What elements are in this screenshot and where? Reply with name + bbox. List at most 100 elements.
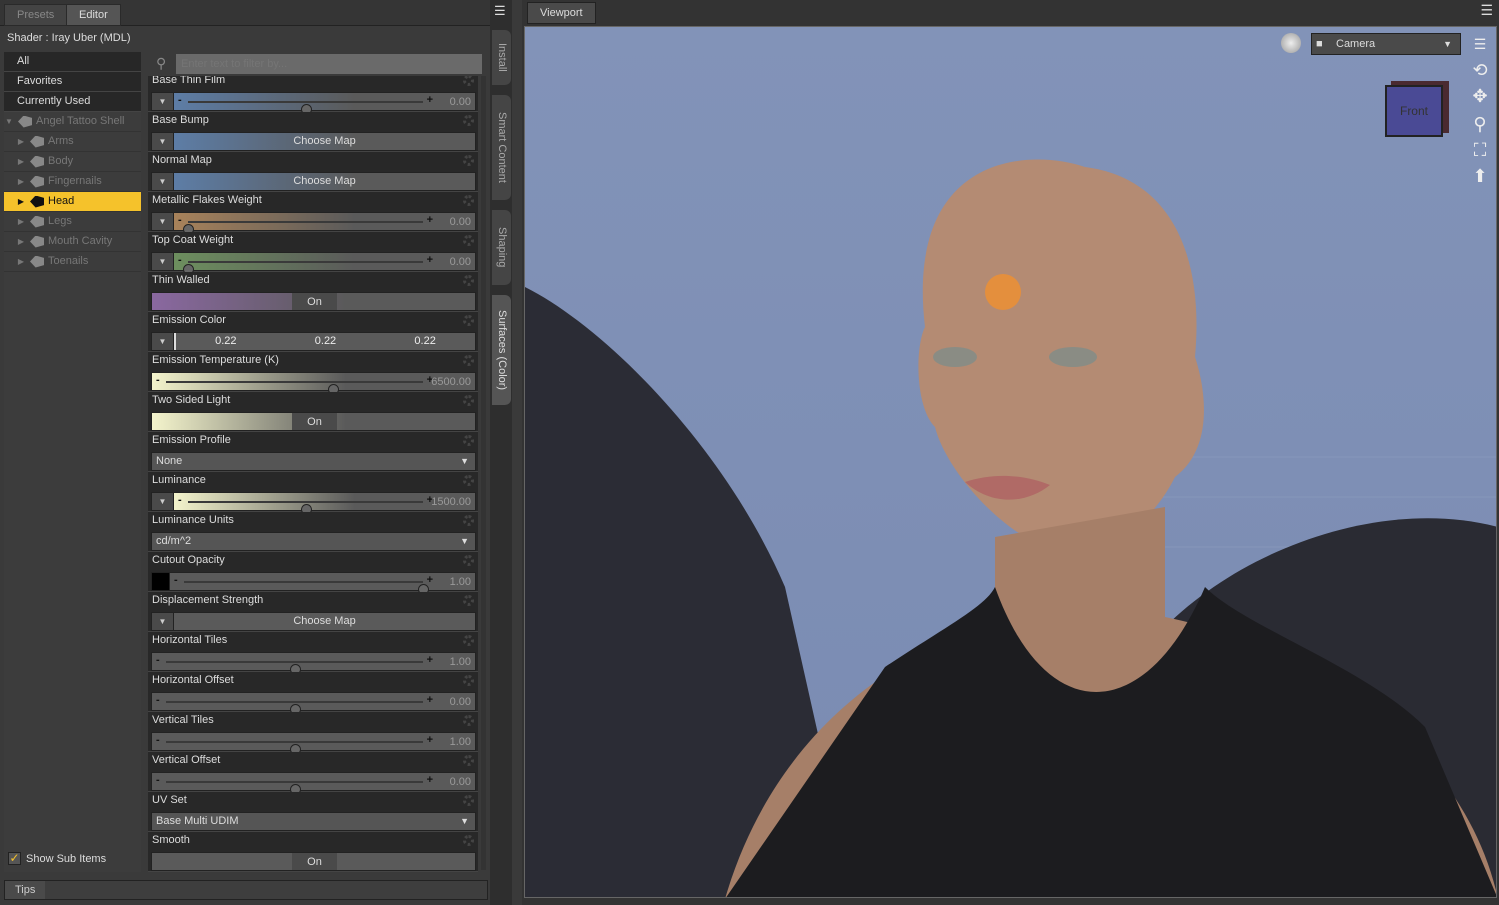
dropdown-arrow-icon[interactable]: ▼: [152, 133, 174, 150]
dropdown-arrow-icon[interactable]: ▼: [152, 173, 174, 190]
dropdown-arrow-icon[interactable]: ▼: [152, 493, 174, 510]
gear-icon[interactable]: [463, 515, 474, 526]
camera-select[interactable]: ■ Camera ▼: [1311, 33, 1461, 55]
gear-icon[interactable]: [463, 75, 474, 86]
tree-node[interactable]: ▶ Body: [4, 152, 141, 172]
tree-root[interactable]: ▼ Angel Tattoo Shell: [4, 112, 141, 132]
3d-scene[interactable]: ■ Camera ▼ ☰ Front ⟲ ✥ ⚲ ⛶ ⬆: [524, 26, 1497, 898]
filter-input[interactable]: [176, 54, 482, 74]
pan-icon[interactable]: ✥: [1469, 85, 1491, 107]
slider-value[interactable]: 1.00: [450, 576, 471, 588]
dropdown-arrow-icon[interactable]: ▼: [152, 333, 174, 350]
dropdown-arrow-icon[interactable]: ▼: [152, 93, 174, 110]
gear-icon[interactable]: [463, 235, 474, 246]
color-value[interactable]: 0.22 0.22 0.22: [174, 333, 475, 350]
tree-node[interactable]: ▶ Arms: [4, 132, 141, 152]
decrement-icon[interactable]: -: [156, 774, 160, 786]
increment-icon[interactable]: +: [427, 694, 433, 706]
property-slider[interactable]: - +0.00: [152, 773, 475, 795]
choose-map-button[interactable]: Choose Map: [174, 613, 475, 630]
expand-icon[interactable]: ▶: [16, 212, 26, 231]
increment-icon[interactable]: +: [427, 654, 433, 666]
property-slider[interactable]: - +6500.00: [152, 373, 475, 395]
color-channel[interactable]: 0.22: [414, 333, 435, 350]
view-cube[interactable]: Front: [1385, 85, 1443, 137]
side-tab-shaping[interactable]: Shaping: [492, 210, 511, 285]
gear-icon[interactable]: [463, 475, 474, 486]
property-slider[interactable]: - +1.00: [152, 733, 475, 755]
increment-icon[interactable]: +: [427, 734, 433, 746]
gear-icon[interactable]: [463, 555, 474, 566]
tab-editor[interactable]: Editor: [66, 4, 121, 26]
search-icon[interactable]: ⚲: [156, 55, 166, 72]
gear-icon[interactable]: [463, 635, 474, 646]
property-slider[interactable]: - +0.00: [174, 213, 475, 235]
increment-icon[interactable]: +: [427, 774, 433, 786]
orbit-icon[interactable]: ⟲: [1469, 59, 1491, 81]
gear-icon[interactable]: [463, 795, 474, 806]
slider-value[interactable]: 1500.00: [431, 496, 471, 508]
decrement-icon[interactable]: -: [178, 254, 182, 266]
gear-icon[interactable]: [463, 715, 474, 726]
slider-value[interactable]: 0.00: [450, 776, 471, 788]
expand-icon[interactable]: ▶: [16, 132, 26, 151]
frame-icon[interactable]: ⛶: [1469, 139, 1491, 161]
side-tab-surfaces[interactable]: Surfaces (Color): [492, 295, 511, 405]
tree-node[interactable]: ▶ Head: [4, 192, 141, 212]
increment-icon[interactable]: +: [427, 94, 433, 106]
expand-icon[interactable]: ▶: [16, 232, 26, 251]
tree-node[interactable]: ▶ Legs: [4, 212, 141, 232]
side-tab-smart-content[interactable]: Smart Content: [492, 95, 511, 200]
property-slider[interactable]: - +1.00: [170, 573, 475, 595]
show-sub-items-checkbox[interactable]: ✓ Show Sub Items: [8, 852, 106, 865]
gear-icon[interactable]: [463, 275, 474, 286]
property-slider[interactable]: - +0.00: [152, 693, 475, 715]
property-select[interactable]: Base Multi UDIM ▼: [152, 813, 475, 830]
decrement-icon[interactable]: -: [156, 374, 160, 386]
slider-value[interactable]: 0.00: [450, 96, 471, 108]
decrement-icon[interactable]: -: [178, 214, 182, 226]
expand-icon[interactable]: ▶: [16, 152, 26, 171]
gear-icon[interactable]: [463, 835, 474, 846]
property-select[interactable]: cd/m^2 ▼: [152, 533, 475, 550]
toggle-switch[interactable]: On: [152, 293, 475, 310]
slider-value[interactable]: 0.00: [450, 216, 471, 228]
category-favorites[interactable]: Favorites: [4, 72, 141, 92]
gear-icon[interactable]: [463, 155, 474, 166]
property-select[interactable]: None ▼: [152, 453, 475, 470]
dropdown-arrow-icon[interactable]: ▼: [152, 213, 174, 230]
pane-menu-icon[interactable]: ☰: [1480, 2, 1493, 19]
expand-icon[interactable]: ▶: [16, 192, 26, 211]
decrement-icon[interactable]: -: [156, 734, 160, 746]
tab-viewport[interactable]: Viewport: [527, 2, 596, 24]
color-swatch[interactable]: [152, 573, 170, 590]
category-all[interactable]: All: [4, 52, 141, 72]
property-scrollbar[interactable]: [481, 60, 486, 870]
decrement-icon[interactable]: -: [156, 654, 160, 666]
tree-node[interactable]: ▶ Mouth Cavity: [4, 232, 141, 252]
slider-value[interactable]: 1.00: [450, 656, 471, 668]
decrement-icon[interactable]: -: [178, 94, 182, 106]
gear-icon[interactable]: [463, 195, 474, 206]
choose-map-button[interactable]: Choose Map: [174, 173, 475, 190]
tree-node[interactable]: ▶ Fingernails: [4, 172, 141, 192]
gear-icon[interactable]: [463, 595, 474, 606]
dropdown-arrow-icon[interactable]: ▼: [152, 613, 174, 630]
decrement-icon[interactable]: -: [178, 494, 182, 506]
gear-icon[interactable]: [463, 435, 474, 446]
property-slider[interactable]: - +0.00: [174, 253, 475, 275]
expand-icon[interactable]: ▶: [16, 172, 26, 191]
choose-map-button[interactable]: Choose Map: [174, 133, 475, 150]
category-currently-used[interactable]: Currently Used: [4, 92, 141, 112]
decrement-icon[interactable]: -: [156, 694, 160, 706]
property-slider[interactable]: - +1500.00: [174, 493, 475, 515]
toggle-switch[interactable]: On: [152, 413, 475, 430]
gear-icon[interactable]: [463, 115, 474, 126]
gear-icon[interactable]: [463, 675, 474, 686]
dropdown-arrow-icon[interactable]: ▼: [152, 253, 174, 270]
reset-view-icon[interactable]: ⬆: [1469, 165, 1491, 187]
property-slider[interactable]: - +1.00: [152, 653, 475, 675]
expand-icon[interactable]: ▶: [16, 252, 26, 271]
increment-icon[interactable]: +: [427, 214, 433, 226]
color-channel[interactable]: 0.22: [315, 333, 336, 350]
